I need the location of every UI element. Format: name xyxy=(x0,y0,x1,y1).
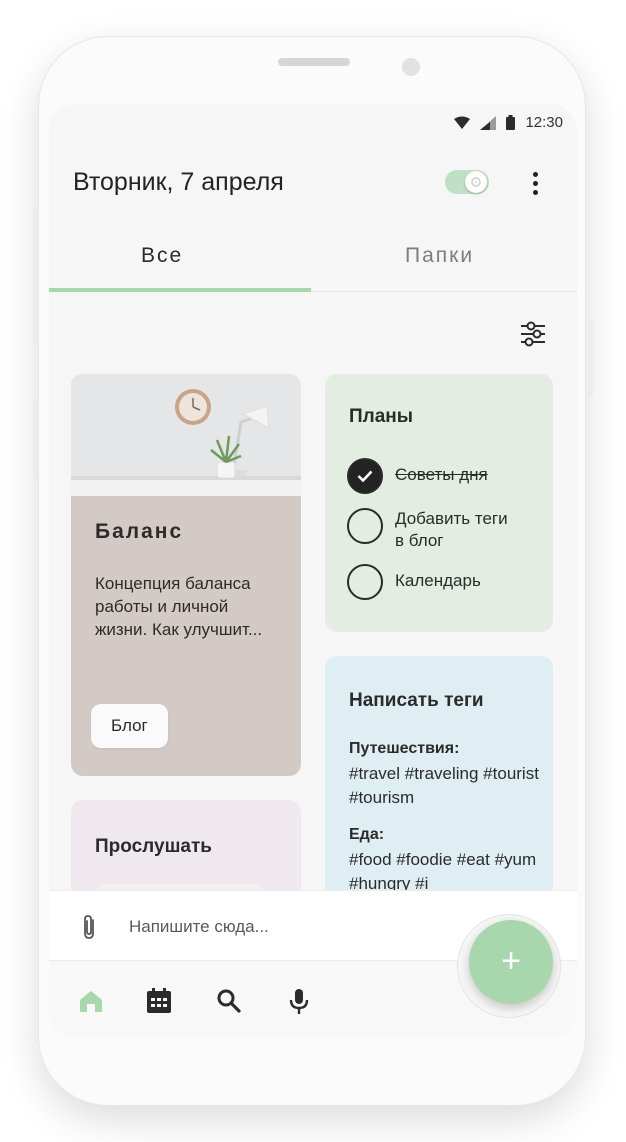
tag-group-name: Путешествия: xyxy=(349,740,460,757)
checkbox-checked[interactable] xyxy=(347,458,383,494)
add-note-button[interactable]: + xyxy=(469,920,553,1004)
phone-speaker xyxy=(278,58,350,66)
home-icon[interactable] xyxy=(75,985,107,1017)
checkbox-unchecked[interactable] xyxy=(347,564,383,600)
theme-toggle-icon xyxy=(465,171,487,193)
tab-indicator xyxy=(49,288,311,292)
tag-group-name: Еда: xyxy=(349,826,385,843)
app-screen: 12:30 Вторник, 7 апреля Все Папки Баланс… xyxy=(49,104,577,1038)
checklist-label: Советы дня xyxy=(395,465,488,484)
mic-icon[interactable] xyxy=(283,985,315,1017)
calendar-icon[interactable] xyxy=(143,985,175,1017)
checklist-label: Добавить теги в блог xyxy=(395,509,508,550)
status-bar: 12:30 xyxy=(49,104,577,142)
phone-side-button xyxy=(33,398,38,478)
checklist-item[interactable]: Добавить теги в блог xyxy=(347,508,515,552)
checklist-label: Календарь xyxy=(395,571,481,590)
battery-icon xyxy=(506,115,516,130)
status-time: 12:30 xyxy=(525,114,563,131)
filter-icon[interactable] xyxy=(515,316,551,352)
page-title: Вторник, 7 апреля xyxy=(73,168,284,196)
signal-icon xyxy=(480,115,497,130)
phone-volume-button xyxy=(33,206,38,346)
checklist-item[interactable]: Календарь xyxy=(347,564,481,600)
card-title: Прослушать xyxy=(95,836,212,857)
card-photo-image xyxy=(71,374,301,496)
tab-all[interactable]: Все xyxy=(141,244,183,268)
phone-power-button xyxy=(588,318,593,396)
tab-bar: Все Папки xyxy=(49,222,577,292)
theme-toggle[interactable] xyxy=(445,170,489,194)
more-vert-icon[interactable] xyxy=(523,168,547,198)
search-icon[interactable] xyxy=(213,985,245,1017)
card-text: Концепция баланса работы и личной жизни.… xyxy=(95,574,263,639)
tag-group-tags: #travel #traveling #tourist #tourism xyxy=(349,764,539,807)
note-card-balance[interactable]: Баланс Концепция баланса работы и личной… xyxy=(71,374,301,776)
tag-group-tags: #food #foodie #eat #yum #hungry #i xyxy=(349,850,537,893)
note-card-plans[interactable]: Планы Советы дня Добавить теги в блог Ка… xyxy=(325,374,553,632)
checkbox-unchecked[interactable] xyxy=(347,508,383,544)
card-title: Планы xyxy=(349,406,413,427)
card-title: Баланс xyxy=(95,520,184,543)
tab-folders[interactable]: Папки xyxy=(405,244,474,268)
card-title: Написать теги xyxy=(349,690,484,711)
paperclip-icon[interactable] xyxy=(79,913,99,946)
tag-chip[interactable]: Блог xyxy=(91,704,168,748)
checklist-item[interactable]: Советы дня xyxy=(347,458,488,494)
check-icon xyxy=(357,470,373,482)
wifi-icon xyxy=(454,116,471,130)
note-input[interactable] xyxy=(129,913,429,941)
phone-camera xyxy=(402,58,420,76)
